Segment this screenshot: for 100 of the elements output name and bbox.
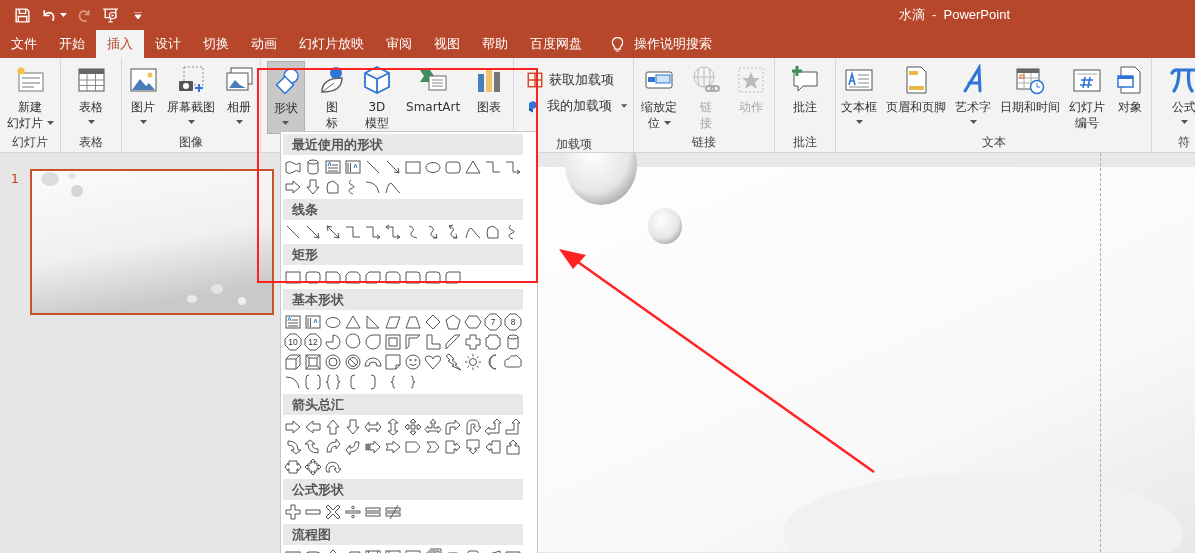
shape-number: 8 — [510, 317, 516, 327]
down-callout-arrow-icon[interactable] — [463, 437, 483, 457]
equation-button[interactable]: 公式 — [1166, 61, 1195, 135]
sun-icon[interactable] — [463, 352, 483, 372]
header-footer-button[interactable]: 页眉和页脚 — [884, 61, 949, 135]
group-label: 加载项 — [554, 135, 593, 152]
table-button[interactable]: 表格 — [73, 61, 109, 135]
left-up-arrow-icon[interactable] — [483, 417, 503, 437]
octagon-icon[interactable]: 7 — [483, 312, 503, 332]
left-right-callout-arrow-icon[interactable] — [283, 457, 303, 477]
chord-icon[interactable] — [343, 332, 363, 352]
ribbon-tab[interactable]: 切换 — [192, 30, 240, 58]
quad-arrow-icon[interactable] — [403, 417, 423, 437]
section-heading: 最近使用的形状 — [283, 134, 523, 155]
text-box-button[interactable]: 文本框 — [839, 61, 880, 135]
comment-button[interactable]: 批注 — [787, 61, 823, 135]
right-callout-arrow-icon[interactable] — [443, 437, 463, 457]
bracket-pair-icon[interactable] — [303, 372, 323, 392]
cube-icon[interactable] — [283, 352, 303, 372]
caret-icon[interactable] — [60, 13, 67, 17]
ribbon-tab[interactable]: 插入 — [96, 30, 144, 58]
brace-pair-icon[interactable] — [323, 372, 343, 392]
hexagon-icon[interactable] — [463, 312, 483, 332]
right-arrow-icon[interactable] — [283, 177, 303, 197]
3d-models-button[interactable]: 3D 模型 — [358, 61, 395, 135]
multiply-icon[interactable] — [323, 502, 343, 522]
presentation-icon[interactable] — [102, 6, 119, 24]
customize-icon[interactable] — [134, 11, 142, 19]
chart-button[interactable]: 图表 — [471, 61, 508, 135]
teardrop-icon[interactable] — [363, 332, 383, 352]
object-button[interactable]: 对象 — [1111, 61, 1148, 135]
left-callout-arrow-icon[interactable] — [483, 437, 503, 457]
ribbon-tab[interactable]: 动画 — [240, 30, 288, 58]
ribbon-tab[interactable]: 百度网盘 — [519, 30, 593, 58]
bevel-icon[interactable] — [303, 352, 323, 372]
ribbon-tab[interactable]: 视图 — [423, 30, 471, 58]
my-addins-button[interactable]: 我的加载项 — [522, 95, 631, 117]
tell-me-search[interactable]: 操作说明搜索 — [634, 35, 712, 53]
new-slide-button[interactable]: 新建 幻灯片 — [4, 61, 56, 135]
plaque-icon[interactable] — [483, 332, 503, 352]
shape-number: 12 — [308, 337, 318, 347]
screenshot-button[interactable]: 屏幕截图 — [165, 61, 217, 135]
left-arrow-icon[interactable] — [303, 417, 323, 437]
caret-icon — [282, 121, 290, 125]
caret-icon — [855, 120, 863, 124]
donut-icon[interactable] — [323, 352, 343, 372]
quad-callout-arrow-icon[interactable] — [303, 457, 323, 477]
wordart-button[interactable]: 艺术字 — [953, 61, 994, 135]
caret-icon — [663, 121, 671, 125]
heart-icon[interactable] — [423, 352, 443, 372]
zoom-button[interactable]: 缩放定 位 — [639, 61, 680, 135]
pentagon-icon[interactable] — [443, 312, 463, 332]
shape-number: 10 — [288, 337, 298, 347]
date-time-button[interactable]: 日期和时间 — [997, 61, 1062, 135]
shapes-button[interactable]: 形状 — [266, 61, 305, 135]
slide-number-button[interactable]: 幻灯片 编号 — [1066, 61, 1107, 135]
down-arrow-icon[interactable] — [343, 417, 363, 437]
save-icon[interactable] — [14, 6, 31, 24]
octagon-icon[interactable]: 10 — [283, 332, 303, 352]
lightning-icon[interactable] — [443, 352, 463, 372]
cross-icon[interactable] — [463, 332, 483, 352]
smiley-icon[interactable] — [403, 352, 423, 372]
photo-album-button[interactable]: 相册 — [221, 61, 257, 135]
vertical-text-box-icon[interactable] — [343, 157, 363, 177]
notched-right-arrow-icon[interactable] — [383, 437, 403, 457]
bent-arrow-icon[interactable] — [443, 417, 463, 437]
elbow-double-arrow-icon[interactable] — [383, 222, 403, 242]
ribbon-tab[interactable]: 文件 — [0, 30, 48, 58]
ribbon-tab[interactable]: 设计 — [144, 30, 192, 58]
double-arrow-line-icon[interactable] — [323, 222, 343, 242]
no-symbol-icon[interactable] — [343, 352, 363, 372]
up-callout-arrow-icon[interactable] — [503, 437, 523, 457]
down-arrow-icon[interactable] — [303, 177, 323, 197]
up-arrow-icon[interactable] — [323, 417, 343, 437]
pictures-button[interactable]: 图片 — [125, 61, 161, 135]
section-heading: 基本形状 — [283, 289, 523, 310]
not-equal-icon[interactable] — [383, 502, 403, 522]
pie-icon[interactable] — [323, 332, 343, 352]
octagon-icon[interactable]: 12 — [303, 332, 323, 352]
group-label: 批注 — [792, 134, 818, 152]
ribbon-tab[interactable]: 开始 — [48, 30, 96, 58]
folded-corner-icon[interactable] — [383, 352, 403, 372]
ribbon-tab[interactable]: 帮助 — [471, 30, 519, 58]
diamond-icon[interactable] — [423, 312, 443, 332]
lightbulb-icon[interactable] — [611, 35, 624, 53]
vertical-text-box-icon[interactable] — [303, 312, 323, 332]
plus-icon[interactable] — [283, 502, 303, 522]
ribbon-tab[interactable]: 幻灯片放映 — [288, 30, 375, 58]
section-heading: 箭头总汇 — [283, 394, 523, 415]
group-label: 链接 — [691, 134, 717, 152]
group-label: 文本 — [980, 134, 1007, 152]
u-turn-arrow-icon[interactable] — [463, 417, 483, 437]
get-addins-button[interactable]: 获取加载项 — [522, 69, 631, 91]
right-arrow-icon[interactable] — [283, 417, 303, 437]
icons-button[interactable]: 图 标 — [313, 61, 350, 135]
ribbon-tab[interactable]: 审阅 — [375, 30, 423, 58]
octagon-icon[interactable]: 8 — [503, 312, 523, 332]
diagonal-stripe-icon[interactable] — [443, 332, 463, 352]
bent-up-arrow-icon[interactable] — [503, 417, 523, 437]
section-heading: 流程图 — [283, 524, 523, 545]
